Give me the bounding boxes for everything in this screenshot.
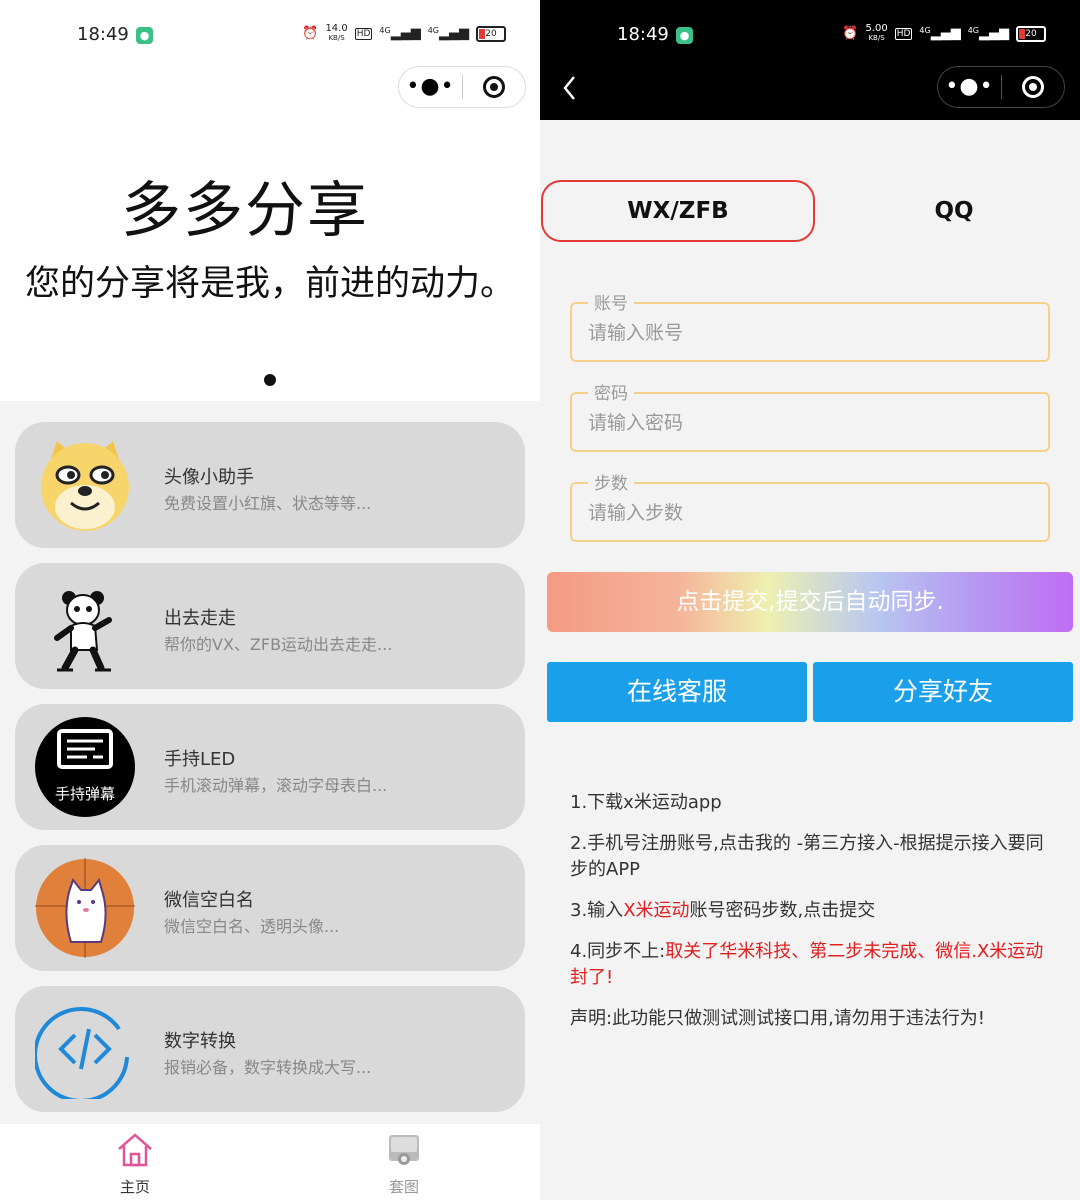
password-field: 密码 (570, 379, 1050, 452)
battery-icon: 20 (1016, 25, 1046, 42)
hd-icon: HD (354, 27, 373, 40)
code-brackets-icon (35, 1006, 129, 1099)
card-title: 出去走走 (164, 608, 236, 629)
panda-meme-icon (54, 591, 112, 672)
led-screen-icon: 手持弹幕 (35, 717, 135, 817)
card-desc: 帮你的VX、ZFB运动出去走走... (164, 635, 393, 654)
disclaimer: 声明:此功能只做测试测试接口用,请勿用于违法行为! (570, 1008, 985, 1029)
card-desc: 免费设置小红旗、状态等等... (164, 494, 372, 513)
tab-label: 主页 (119, 1178, 150, 1196)
signal-icon: 4G▂▄▆ (379, 26, 421, 41)
card-desc: 手机滚动弹幕，滚动字母表白... (164, 776, 388, 795)
back-icon[interactable] (560, 74, 580, 102)
status-bar: 18:49 ● ⏰ 14.0 KB/S HD 4G▂▄▆ 4G▂▄▆ 20 (0, 0, 540, 70)
target-icon (482, 76, 505, 98)
customer-service-button[interactable]: 在线客服 (547, 662, 807, 722)
close-miniprogram-button[interactable] (463, 76, 525, 98)
banner-subtitle: 您的分享将是我，前进的动力。 (24, 264, 515, 304)
feature-card-avatar[interactable]: 头像小助手 免费设置小红旗、状态等等... (15, 422, 525, 548)
tab-home[interactable]: 主页 (95, 1132, 175, 1197)
doge-face-icon (41, 441, 129, 531)
target-icon (1021, 76, 1044, 98)
status-icons: ⏰ 14.0 KB/S HD 4G▂▄▆ 4G▂▄▆ 20 (302, 24, 506, 43)
feature-card-number-convert[interactable]: 数字转换 报销必备，数字转换成大写... (15, 986, 525, 1112)
more-icon[interactable]: •●• (399, 66, 462, 108)
alarm-icon: ⏰ (302, 26, 319, 41)
vpn-icon: ● (676, 27, 693, 44)
home-screen: 18:49 ● ⏰ 14.0 KB/S HD 4G▂▄▆ 4G▂▄▆ 20 •●•… (0, 0, 540, 1200)
instructions: 1.下载x米运动app 2.手机号注册账号,点击我的 -第三方接入-根据提示接入… (570, 790, 1050, 1047)
walk-sync-screen: 18:49 ● ⏰ 5.00 KB/S HD 4G▂▄▆ 4G▂▄▆ 20 •●•… (540, 0, 1080, 1200)
network-speed: 5.00 KB/S (865, 23, 888, 43)
account-field: 账号 (570, 289, 1050, 362)
signal-icon-2: 4G▂▄▆ (967, 26, 1009, 41)
home-icon (118, 1133, 152, 1167)
account-input[interactable] (586, 304, 1030, 362)
submit-button[interactable]: 点击提交,提交后自动同步. (547, 572, 1073, 632)
feature-card-blank-name[interactable]: 微信空白名 微信空白名、透明头像... (15, 845, 525, 971)
battery-icon: 20 (476, 25, 506, 42)
signal-icon: 4G▂▄▆ (919, 26, 961, 41)
card-title: 手持LED (164, 749, 236, 770)
blank-avatar-icon (35, 858, 135, 958)
instruction-3: 3.输入X米运动账号密码步数,点击提交 (570, 900, 876, 921)
status-time: 18:49 (617, 24, 669, 45)
tab-label: 套图 (388, 1178, 419, 1196)
tab-wx-zfb[interactable]: WX/ZFB (541, 180, 815, 242)
steps-input[interactable] (586, 484, 1030, 542)
status-time: 18:49 (77, 24, 129, 45)
alarm-icon: ⏰ (842, 26, 859, 41)
card-desc: 报销必备，数字转换成大写... (164, 1058, 372, 1077)
network-speed: 14.0 KB/S (325, 23, 348, 43)
signal-icon-2: 4G▂▄▆ (427, 26, 469, 41)
tab-bar: 主页 套图 (0, 1124, 540, 1200)
card-desc: 微信空白名、透明头像... (164, 917, 340, 936)
tab-pictures[interactable]: 套图 (364, 1132, 444, 1197)
close-miniprogram-button[interactable] (1002, 76, 1064, 98)
instruction-2: 2.手机号注册账号,点击我的 -第三方接入-根据提示接入要同步的APP (570, 833, 1044, 880)
password-input[interactable] (586, 394, 1030, 452)
feature-card-led[interactable]: 手持弹幕 手持LED 手机滚动弹幕，滚动字母表白... (15, 704, 525, 830)
picture-icon (389, 1135, 419, 1165)
vpn-icon: ● (136, 27, 153, 44)
instruction-1: 1.下载x米运动app (570, 792, 722, 813)
steps-field: 步数 (570, 469, 1050, 542)
status-icons: ⏰ 5.00 KB/S HD 4G▂▄▆ 4G▂▄▆ 20 (842, 24, 1046, 43)
led-icon-label: 手持弹幕 (54, 785, 115, 803)
card-title: 头像小助手 (164, 467, 254, 488)
tab-qq[interactable]: QQ (817, 180, 1080, 242)
banner-title: 多多分享 (121, 176, 369, 246)
share-friends-button[interactable]: 分享好友 (813, 662, 1073, 722)
hd-icon: HD (894, 27, 913, 40)
feature-card-walk[interactable]: 出去走走 帮你的VX、ZFB运动出去走走... (15, 563, 525, 689)
instruction-4: 4.同步不上:取关了华米科技、第二步未完成、微信.X米运动封了! (570, 941, 1044, 988)
card-title: 数字转换 (164, 1031, 236, 1052)
miniprogram-capsule: •●• (398, 66, 526, 108)
carousel-indicator[interactable] (264, 374, 276, 386)
miniprogram-capsule: •●• (937, 66, 1065, 108)
more-icon[interactable]: •●• (938, 66, 1001, 108)
card-title: 微信空白名 (164, 890, 254, 911)
